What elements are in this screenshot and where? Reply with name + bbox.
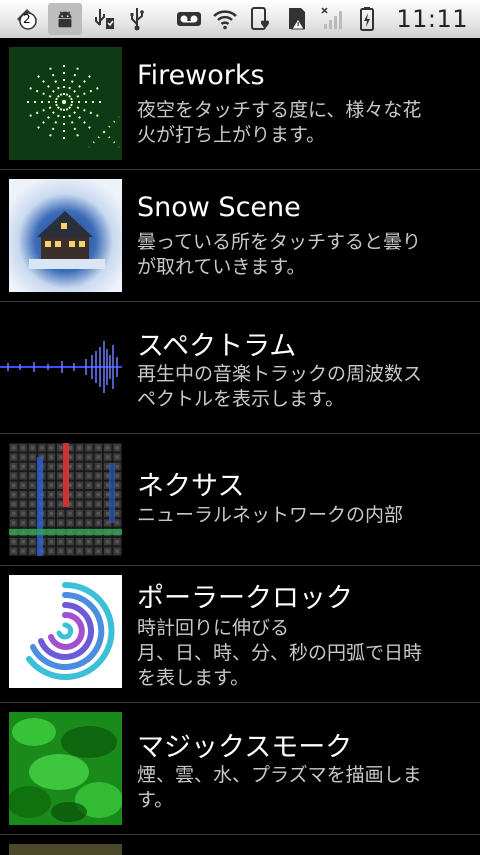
wallpaper-description: 時計回りに伸びる 月、日、時、分、秒の円弧で日時 を表します。 (137, 617, 423, 689)
android-debug-icon (48, 3, 82, 35)
list-item-snow-scene[interactable]: Snow Scene 曇っている所をタッチすると曇り が取れていきます。 (0, 170, 480, 302)
clock: 11:11 (396, 5, 468, 33)
status-bar[interactable]: 2 11:11 (0, 0, 480, 38)
wallpaper-description: 夜空をタッチする度に、様々な花 火が打ち上がります。 (137, 99, 422, 146)
list-item-magic-smoke[interactable]: マジックスモーク 煙、雲、水、プラズマを描画しま す。 (0, 703, 480, 835)
polar-clock-thumbnail (9, 575, 122, 688)
list-item-fireworks[interactable]: Fireworks 夜空をタッチする度に、様々な花 火が打ち上がります。 (0, 38, 480, 170)
phone-heart-icon (248, 6, 274, 32)
list-item-polar-clock[interactable]: ポーラークロック 時計回りに伸びる 月、日、時、分、秒の円弧で日時 を表します。 (0, 566, 480, 703)
voicemail-icon (176, 6, 202, 32)
snow-scene-thumbnail (9, 179, 122, 292)
partial-thumbnail (9, 844, 122, 855)
list-item-spectrum[interactable]: スペクトラム 再生中の音楽トラックの周波数ス ペクトルを表示します。 (0, 302, 480, 434)
fireworks-thumbnail (9, 47, 122, 160)
list-item-partial[interactable] (0, 835, 480, 855)
wallpaper-title: ネクサス (137, 471, 245, 502)
wallpaper-title: ポーラークロック (137, 583, 353, 614)
usb-icon (124, 6, 150, 32)
live-wallpaper-list[interactable]: Fireworks 夜空をタッチする度に、様々な花 火が打ち上がります。 Sno… (0, 38, 480, 855)
wallpaper-description: 煙、雲、水、プラズマを描画しま す。 (137, 764, 422, 811)
notification-count: 2 (23, 12, 31, 26)
no-signal-icon (320, 6, 346, 32)
wallpaper-title: Fireworks (137, 60, 265, 91)
wallpaper-description: 曇っている所をタッチすると曇り が取れていきます。 (137, 231, 422, 278)
wallpaper-description: 再生中の音楽トラックの周波数ス ペクトルを表示します。 (137, 363, 423, 410)
sd-card-warning-icon (284, 6, 310, 32)
wallpaper-description: ニューラルネットワークの内部 (137, 504, 404, 526)
wallpaper-title: スペクトラム (137, 331, 297, 362)
wallpaper-title: マジックスモーク (137, 732, 353, 763)
notification-count-icon: 2 (14, 6, 40, 32)
usb-check-icon (90, 6, 116, 32)
list-item-nexus[interactable]: ネクサス ニューラルネットワークの内部 (0, 434, 480, 566)
nexus-thumbnail (9, 443, 122, 556)
magic-smoke-thumbnail (9, 712, 122, 825)
spectrum-thumbnail (0, 311, 122, 424)
battery-charging-icon (356, 6, 382, 32)
wifi-icon (212, 6, 238, 32)
wallpaper-title: Snow Scene (137, 192, 301, 223)
